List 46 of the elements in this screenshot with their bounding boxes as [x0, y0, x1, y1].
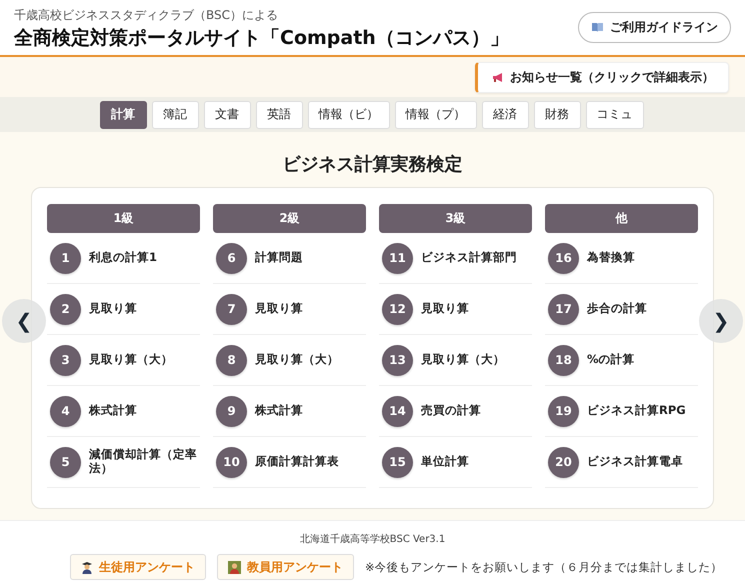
category-tab[interactable]: 英語: [256, 100, 302, 128]
list-item[interactable]: 2 見取り算: [47, 284, 200, 335]
list-item[interactable]: 6 計算問題: [213, 233, 366, 284]
grade-header: 3級: [379, 204, 532, 233]
list-item[interactable]: 7 見取り算: [213, 284, 366, 335]
site-subtitle: 千歳高校ビジネススタディクラブ（BSC）による: [14, 6, 280, 24]
list-item[interactable]: 19 ビジネス計算RPG: [545, 386, 698, 437]
grade-header: 2級: [213, 204, 366, 233]
list-item[interactable]: 20 ビジネス計算電卓: [545, 437, 698, 488]
section-title: ビジネス計算実務検定: [282, 153, 464, 177]
book-icon: [591, 22, 604, 33]
list-item[interactable]: 16 為替換算: [545, 233, 698, 284]
category-tab[interactable]: 経済: [482, 100, 528, 128]
list-item[interactable]: 14 売買の計算: [379, 386, 532, 437]
list-item[interactable]: 18 %の計算: [545, 335, 698, 386]
version-text: 北海道千歳高等学校BSC Ver3.1: [298, 532, 446, 547]
list-item[interactable]: 1 利息の計算1: [47, 233, 200, 284]
grade-header: 1級: [47, 204, 200, 233]
list-item[interactable]: 5 減価償却計算（定率法）: [47, 437, 200, 488]
next-button[interactable]: ❯: [699, 299, 743, 343]
category-tab[interactable]: 情報（プ）: [394, 100, 476, 128]
category-tab[interactable]: 文書: [204, 100, 250, 128]
megaphone-icon: [492, 72, 504, 82]
category-tab[interactable]: 計算: [100, 100, 146, 128]
list-item[interactable]: 8 見取り算（大）: [213, 335, 366, 386]
list-item[interactable]: 9 株式計算: [213, 386, 366, 437]
student-icon: [81, 560, 93, 574]
teacher-icon: [228, 560, 241, 574]
guideline-button[interactable]: ご利用ガイドライン: [578, 12, 731, 43]
list-item[interactable]: 12 見取り算: [379, 284, 532, 335]
site-title: 全商検定対策ポータルサイト「Compath（コンパス）」: [14, 26, 509, 50]
category-tab[interactable]: 情報（ビ）: [308, 100, 390, 128]
grade-header: 他: [545, 204, 698, 233]
notice-button[interactable]: お知らせ一覧（クリックで詳細表示）: [475, 62, 729, 92]
list-item[interactable]: 17 歩合の計算: [545, 284, 698, 335]
category-tab[interactable]: コミュ: [586, 100, 644, 128]
list-item[interactable]: 11 ビジネス計算部門: [379, 233, 532, 284]
list-item[interactable]: 3 見取り算（大）: [47, 335, 200, 386]
list-item[interactable]: 10 原価計算計算表: [213, 437, 366, 488]
category-tab[interactable]: 財務: [534, 100, 580, 128]
survey-note: ※今後もアンケートをお願いします（６月分までは集計しました）: [365, 560, 723, 574]
list-item[interactable]: 15 単位計算: [379, 437, 532, 488]
category-tab[interactable]: 簿記: [152, 100, 198, 128]
previous-button[interactable]: ❮: [2, 299, 46, 343]
list-item[interactable]: 4 株式計算: [47, 386, 200, 437]
list-item[interactable]: 13 見取り算（大）: [379, 335, 532, 386]
